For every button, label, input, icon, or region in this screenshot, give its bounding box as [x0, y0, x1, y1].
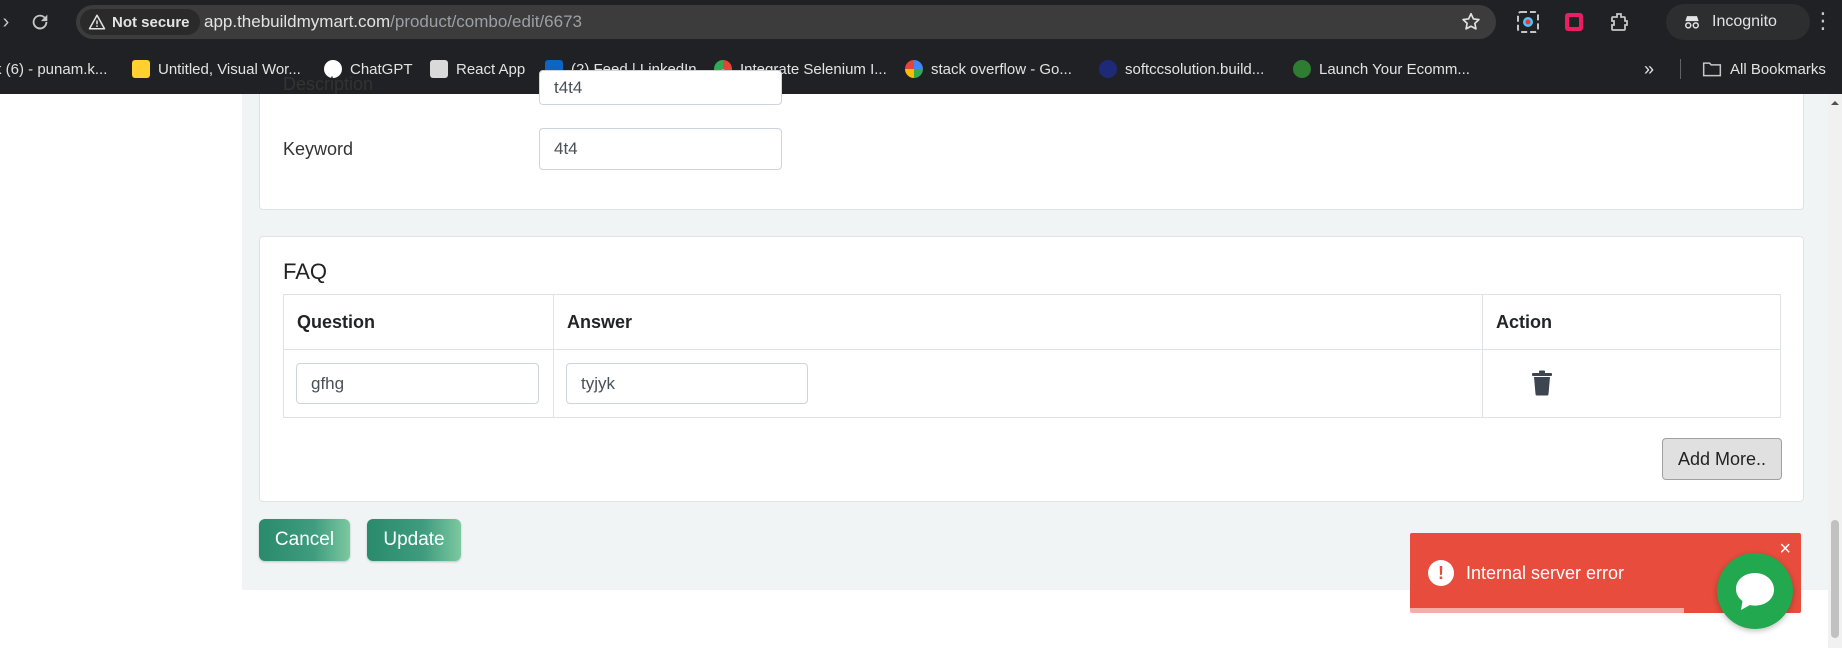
- chat-bubble-icon: [1736, 573, 1774, 610]
- column-header-answer: Answer: [554, 295, 1483, 350]
- folder-icon: [1702, 62, 1722, 77]
- react-app-icon: [430, 60, 448, 78]
- description-label: Description: [283, 74, 374, 94]
- keyword-label: Keyword: [283, 139, 354, 159]
- incognito-icon: [1685, 16, 1699, 29]
- seo-card: Description t4t4 Keyword 4t4: [259, 70, 1804, 210]
- warning-icon: [88, 14, 106, 30]
- bookmark-star-icon[interactable]: [1460, 11, 1482, 33]
- softcc-icon: [1099, 60, 1117, 78]
- column-header-action: Action: [1483, 295, 1780, 350]
- bookmark-item[interactable]: Launch Your Ecomm...: [1293, 56, 1470, 82]
- site-info-chip[interactable]: Not secure: [80, 9, 200, 35]
- keyword-value: 4t4: [554, 139, 578, 158]
- bookmark-item[interactable]: stack overflow - Go...: [905, 56, 1072, 82]
- security-label: Not secure: [112, 13, 190, 31]
- forward-icon[interactable]: ›: [0, 10, 18, 34]
- url-text[interactable]: app.thebuildmymart.com/product/combo/edi…: [204, 5, 582, 39]
- column-header-question: Question: [284, 295, 554, 350]
- overflow-label: »: [1644, 58, 1655, 79]
- faq-table: Question Answer Action gfhg tyjyk: [283, 294, 1781, 418]
- bookmark-label: softccsolution.build...: [1125, 60, 1265, 78]
- left-sidebar: [0, 94, 242, 648]
- faq-question-input[interactable]: gfhg: [296, 363, 539, 404]
- all-bookmarks-label: All Bookmarks: [1730, 60, 1826, 78]
- table-row-answer-cell: tyjyk: [554, 350, 1483, 417]
- extensions-puzzle-icon[interactable]: [1608, 10, 1632, 34]
- bookmark-label: Launch Your Ecomm...: [1319, 60, 1470, 78]
- extension-camera-icon[interactable]: [1516, 10, 1540, 34]
- all-bookmarks-button[interactable]: All Bookmarks: [1702, 56, 1826, 82]
- faq-card: FAQ Question Answer Action gfhg tyjyk Ad…: [259, 236, 1804, 502]
- bookmark-item[interactable]: Untitled, Visual Wor...: [132, 56, 301, 82]
- toast-progress-bar: [1410, 608, 1684, 613]
- faq-answer-input[interactable]: tyjyk: [566, 363, 808, 404]
- bookmark-item[interactable]: softccsolution.build...: [1099, 56, 1264, 82]
- miro-icon: [132, 60, 150, 78]
- bookmark-label: k (6) - punam.k...: [0, 60, 108, 78]
- keyword-input[interactable]: 4t4: [539, 128, 782, 170]
- reload-icon[interactable]: [28, 10, 52, 34]
- add-more-button[interactable]: Add More..: [1662, 438, 1782, 480]
- scroll-up-arrow-icon[interactable]: [1830, 98, 1840, 108]
- faq-title: FAQ: [283, 259, 328, 284]
- scroll-thumb[interactable]: [1831, 520, 1839, 638]
- bookmark-item[interactable]: React App: [430, 56, 525, 82]
- profile-label: Incognito: [1712, 13, 1777, 30]
- incognito-chip[interactable]: Incognito: [1666, 4, 1810, 40]
- shopify-icon: [1293, 60, 1311, 78]
- bookmark-label: React App: [456, 60, 526, 78]
- error-icon: !: [1428, 560, 1454, 586]
- extension-square-icon[interactable]: [1562, 10, 1586, 34]
- bookmark-label: stack overflow - Go...: [931, 60, 1072, 78]
- toast-message: Internal server error: [1466, 563, 1625, 583]
- bookmark-label: Untitled, Visual Wor...: [158, 60, 301, 78]
- table-row-question-cell: gfhg: [284, 350, 554, 417]
- chat-widget-button[interactable]: [1717, 553, 1793, 629]
- browser-menu-icon[interactable]: ⋮: [1812, 10, 1834, 34]
- google-icon: [905, 60, 923, 78]
- bookmarks-bar: k (6) - punam.k... Untitled, Visual Wor.…: [0, 44, 1842, 94]
- bookmarks-divider: [1680, 59, 1681, 79]
- browser-toolbar: › Not secure app.thebuildmymart.com/prod…: [0, 0, 1842, 44]
- cancel-button[interactable]: Cancel: [259, 519, 350, 561]
- bookmark-item[interactable]: k (6) - punam.k...: [0, 56, 107, 82]
- description-input[interactable]: t4t4: [539, 70, 782, 105]
- bookmarks-overflow-button[interactable]: »: [1644, 56, 1654, 82]
- table-row-action-cell: [1483, 350, 1780, 417]
- trash-icon[interactable]: [1531, 370, 1553, 396]
- update-button[interactable]: Update: [367, 519, 461, 561]
- answer-value: tyjyk: [581, 374, 615, 393]
- description-value: t4t4: [554, 78, 583, 97]
- url-path: /product/combo/edit/6673: [390, 12, 582, 31]
- address-bar[interactable]: Not secure app.thebuildmymart.com/produc…: [76, 5, 1496, 39]
- url-host: app.thebuildmymart.com: [204, 12, 391, 31]
- question-value: gfhg: [311, 374, 345, 393]
